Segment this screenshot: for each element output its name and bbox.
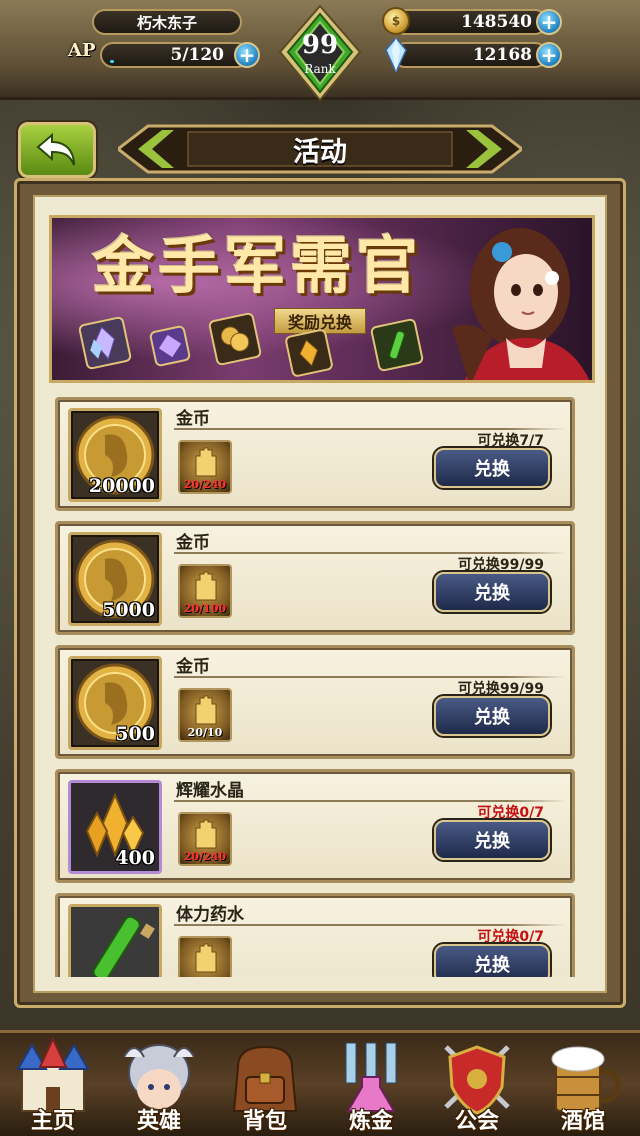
item-quantity: 20000 xyxy=(88,475,155,497)
exchange-row: 20000 金币 20/240 可兑换7/7 兑换 xyxy=(55,397,575,511)
nav-label: 公会 xyxy=(454,1109,499,1134)
item-name: 金币 xyxy=(176,533,210,553)
nav-label: 背包 xyxy=(242,1109,287,1134)
exchange-limit: 可兑换0/7 xyxy=(477,805,544,821)
nav-heroes[interactable]: 英雄 xyxy=(106,1033,212,1136)
golden-hand-token-icon xyxy=(195,819,217,849)
ap-meter: 5/120 xyxy=(100,42,250,68)
exchange-list[interactable]: 20000 金币 20/240 可兑换7/7 兑换 5000 金币 20/100… xyxy=(55,397,575,977)
cost-count: 20/10 xyxy=(187,726,223,739)
nav-label: 主页 xyxy=(30,1109,75,1134)
item-quantity: 400 xyxy=(115,847,155,869)
player-name: 朽木东子 xyxy=(92,9,242,35)
rank-badge: 99 Rank xyxy=(278,4,362,104)
amber-crystal-icon xyxy=(284,328,334,378)
main-panel: 金手军需官 奖励兑换 20000 金币 20/240 可兑换7/7 兑换 500… xyxy=(14,178,626,1008)
ap-progress-bar xyxy=(110,60,114,63)
nav-alchemy[interactable]: 炼金 xyxy=(318,1033,424,1136)
cost-count: 20/100 xyxy=(183,602,227,615)
item-name: 辉耀水晶 xyxy=(176,781,244,801)
nav-label: 酒馆 xyxy=(560,1109,605,1134)
nav-guild[interactable]: 公会 xyxy=(424,1033,530,1136)
nav-home[interactable]: 主页 xyxy=(0,1033,106,1136)
bottom-nav: 主页 英雄 背包 炼金 公会 酒馆 xyxy=(0,1030,640,1136)
cost-count: 20/240 xyxy=(183,850,227,863)
top-status-bar: 朽木东子 AP 5/120 + 148540 $ + 12168 + 99 Ra… xyxy=(0,0,640,102)
nav-tavern[interactable]: 酒馆 xyxy=(530,1033,636,1136)
main-content: 金手军需官 奖励兑换 20000 金币 20/240 可兑换7/7 兑换 500… xyxy=(33,195,607,993)
exchange-limit: 可兑换99/99 xyxy=(457,681,544,697)
golden-hand-token-icon xyxy=(195,447,217,477)
golden-hand-token-icon xyxy=(195,571,217,601)
gold-counter: 148540 xyxy=(392,9,548,35)
exchange-button[interactable]: 兑换 xyxy=(434,696,550,736)
add-gold-button[interactable]: + xyxy=(536,9,562,35)
exchange-limit: 可兑换7/7 xyxy=(477,433,544,449)
add-ap-button[interactable]: + xyxy=(234,42,260,68)
nav-backpack[interactable]: 背包 xyxy=(212,1033,318,1136)
stamina-potion-icon xyxy=(71,907,159,977)
exchange-button[interactable]: 兑换 xyxy=(434,448,550,488)
exchange-row: 500 金币 20/10 可兑换99/99 兑换 xyxy=(55,645,575,759)
cost-slot: 20/100 xyxy=(178,564,232,618)
purple-scroll-icon xyxy=(148,324,192,368)
item-slot: 5000 xyxy=(68,532,162,626)
green-potion-icon xyxy=(369,317,425,373)
item-name: 金币 xyxy=(176,657,210,677)
gold-coins-icon xyxy=(207,311,263,367)
gold-coin-icon: $ xyxy=(382,7,410,35)
event-banner[interactable]: 金手军需官 奖励兑换 xyxy=(49,215,595,383)
exchange-row: 体力药水 可兑换0/7 兑换 xyxy=(55,893,575,977)
exchange-row: 5000 金币 20/100 可兑换99/99 兑换 xyxy=(55,521,575,635)
back-button[interactable] xyxy=(18,122,96,178)
ap-value: 5/120 xyxy=(170,45,224,65)
rank-value: 99 xyxy=(301,30,339,60)
item-slot: 400 xyxy=(68,780,162,874)
cost-slot: 20/240 xyxy=(178,812,232,866)
crystal-cluster-icon xyxy=(77,315,133,371)
crystal-value: 12168 xyxy=(472,45,532,65)
nav-label: 炼金 xyxy=(348,1109,393,1134)
banner-title: 金手军需官 xyxy=(92,229,423,302)
exchange-button[interactable]: 兑换 xyxy=(434,572,550,612)
cost-slot xyxy=(178,936,232,977)
golden-hand-token-icon xyxy=(195,695,217,725)
cost-slot: 20/10 xyxy=(178,688,232,742)
cost-slot: 20/240 xyxy=(178,440,232,494)
page-title: 活动 xyxy=(293,136,347,168)
golden-hand-token-icon xyxy=(195,943,217,973)
item-slot xyxy=(68,904,162,977)
add-crystal-button[interactable]: + xyxy=(536,42,562,68)
item-name: 金币 xyxy=(176,409,210,429)
back-arrow-icon xyxy=(36,132,75,166)
exchange-button[interactable]: 兑换 xyxy=(434,944,550,977)
gold-value: 148540 xyxy=(461,12,532,32)
item-quantity: 500 xyxy=(115,723,155,745)
cost-count: 20/240 xyxy=(183,478,227,491)
item-slot: 20000 xyxy=(68,408,162,502)
nav-label: 英雄 xyxy=(136,1109,181,1134)
exchange-limit: 可兑换99/99 xyxy=(457,557,544,573)
exchange-limit: 可兑换0/7 xyxy=(477,929,544,945)
item-slot: 500 xyxy=(68,656,162,750)
quartermaster-portrait xyxy=(452,228,590,380)
crystal-icon xyxy=(384,38,408,72)
exchange-row: 400 辉耀水晶 20/240 可兑换0/7 兑换 xyxy=(55,769,575,883)
item-name: 体力药水 xyxy=(176,905,244,925)
rank-label: Rank xyxy=(304,62,336,76)
ap-label: AP xyxy=(68,40,96,61)
exchange-button[interactable]: 兑换 xyxy=(434,820,550,860)
crystal-counter: 12168 xyxy=(392,42,548,68)
item-quantity: 5000 xyxy=(102,599,155,621)
